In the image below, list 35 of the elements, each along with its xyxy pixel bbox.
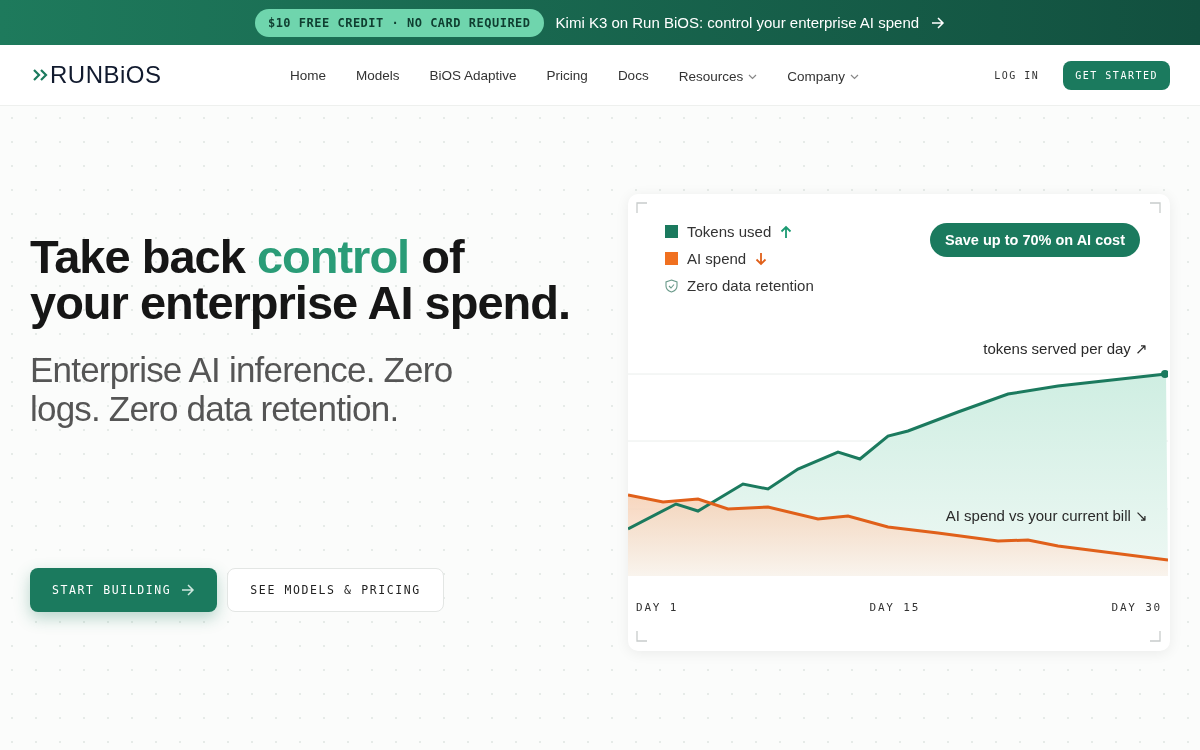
announcement-link[interactable]: Kimi K3 on Run BiOS: control your enterprise AI spend [555,14,946,31]
chevron-down-icon [748,73,758,80]
corner-bracket-icon [1150,202,1162,214]
arrow-right-icon [181,584,196,596]
start-building-button[interactable]: START BUILDING [30,568,218,612]
legend-label: Tokens used [687,223,772,240]
nav-link[interactable]: Home [290,67,326,83]
login-link[interactable]: LOG IN [994,69,1040,81]
nav-dropdown[interactable]: Company [787,69,859,84]
nav-dropdown[interactable]: Resources [678,69,758,84]
legend-label: AI spend [687,250,747,267]
axis-label: DAY 1 [636,601,679,614]
nav-link[interactable]: BiOS Adaptive [429,67,517,83]
chart-annotation: tokens served per day ↗ [983,340,1148,358]
savings-badge: Save up to 70% on AI cost [930,223,1140,257]
end-point [1161,370,1168,378]
hero-subtitle: Enterprise AI inference. Zero logs. Zero data retention. [30,350,454,428]
legend-label: Zero data retention [687,277,814,294]
nav-link[interactable]: Models [356,67,400,83]
nav-link[interactable]: Pricing [546,67,588,83]
axis-label: DAY 15 [869,601,921,614]
promo-badge: $10 FREE CREDIT · NO CARD REQUIRED [254,8,544,37]
corner-bracket-icon [636,202,648,214]
corner-bracket-icon [1150,631,1162,643]
nav-link[interactable]: Docs [617,67,649,83]
shield-icon [665,278,678,293]
logo[interactable]: RUNBiOS [50,61,162,89]
models-pricing-button[interactable]: SEE MODELS & PRICING [227,568,444,612]
chart-annotation: AI spend vs your current bill ↘ [945,507,1148,525]
chevron-down-icon [849,73,859,80]
arrow-right-icon [931,16,946,29]
axis-label: DAY 30 [1111,601,1162,614]
get-started-button[interactable]: GET STARTED [1063,60,1170,90]
chevrons-right-icon [32,68,48,82]
corner-bracket-icon [636,631,648,643]
